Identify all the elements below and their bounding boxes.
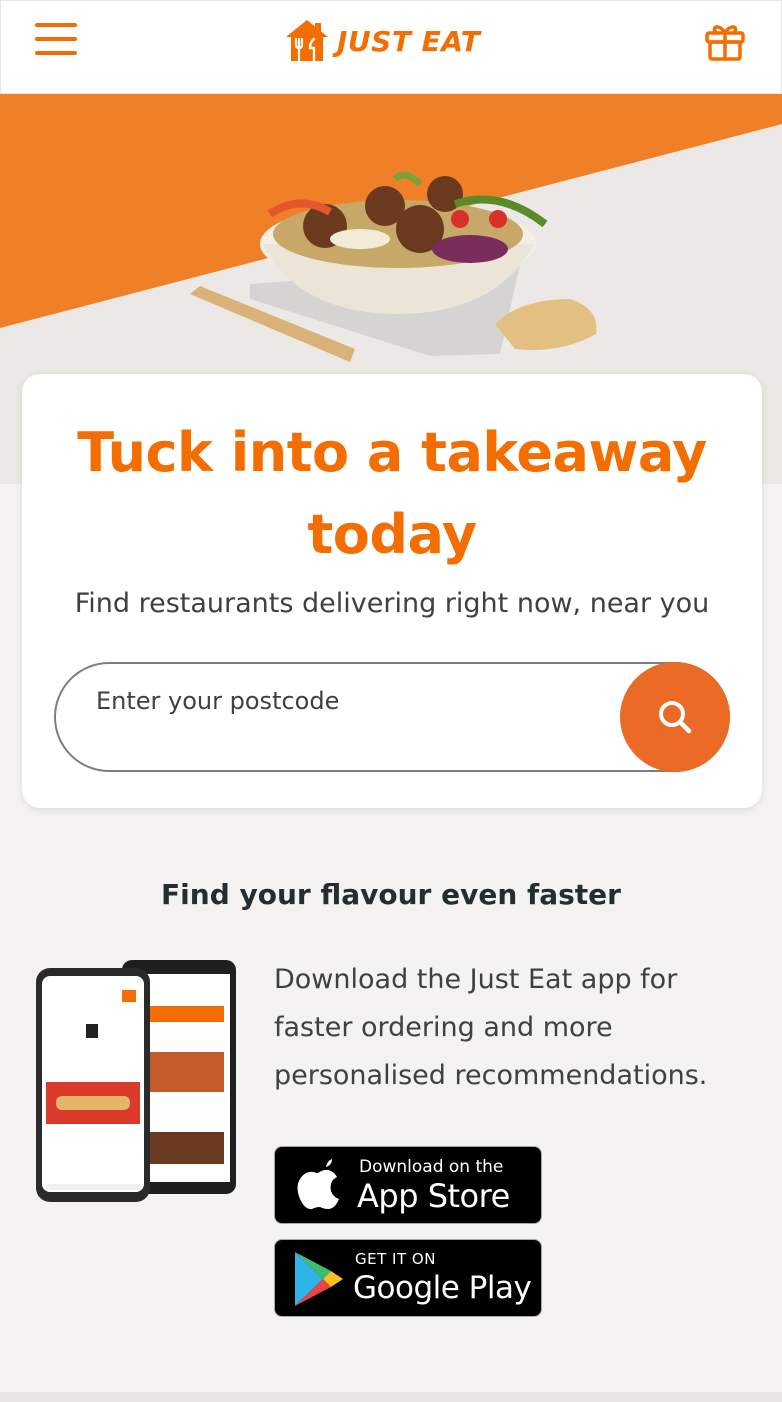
google-play-button[interactable]: GET IT ON Google Play	[274, 1239, 542, 1317]
app-store-button[interactable]: Download on the App Store	[274, 1146, 542, 1224]
postcode-input[interactable]	[96, 678, 596, 724]
hero-title: Tuck into a takeaway today	[77, 421, 707, 566]
google-play-small-text: GET IT ON	[355, 1250, 436, 1268]
search-card: Tuck into a takeaway today Find restaura…	[22, 374, 762, 808]
app-store-small-text: Download on the	[359, 1157, 504, 1177]
search-button[interactable]	[620, 662, 730, 772]
hero-subtitle: Find restaurants delivering right now, n…	[74, 588, 710, 619]
hamburger-menu-icon[interactable]	[35, 23, 77, 59]
app-section-heading: Find your flavour even faster	[161, 878, 621, 911]
site-header: JUST EAT	[0, 0, 782, 94]
google-play-icon	[295, 1252, 343, 1306]
footer-edge	[0, 1392, 782, 1402]
search-icon	[659, 701, 692, 734]
logo-text: JUST EAT	[337, 24, 481, 58]
postcode-search	[54, 662, 730, 772]
app-store-big-text: App Store	[357, 1177, 510, 1215]
app-description: Download the Just Eat app for faster ord…	[274, 964, 708, 1091]
house-logo-icon	[286, 20, 328, 62]
just-eat-logo[interactable]: JUST EAT	[283, 15, 480, 67]
google-play-big-text: Google Play	[353, 1270, 532, 1306]
apple-icon	[297, 1159, 339, 1210]
gift-icon[interactable]	[703, 19, 747, 63]
app-phones-image	[34, 956, 240, 1206]
